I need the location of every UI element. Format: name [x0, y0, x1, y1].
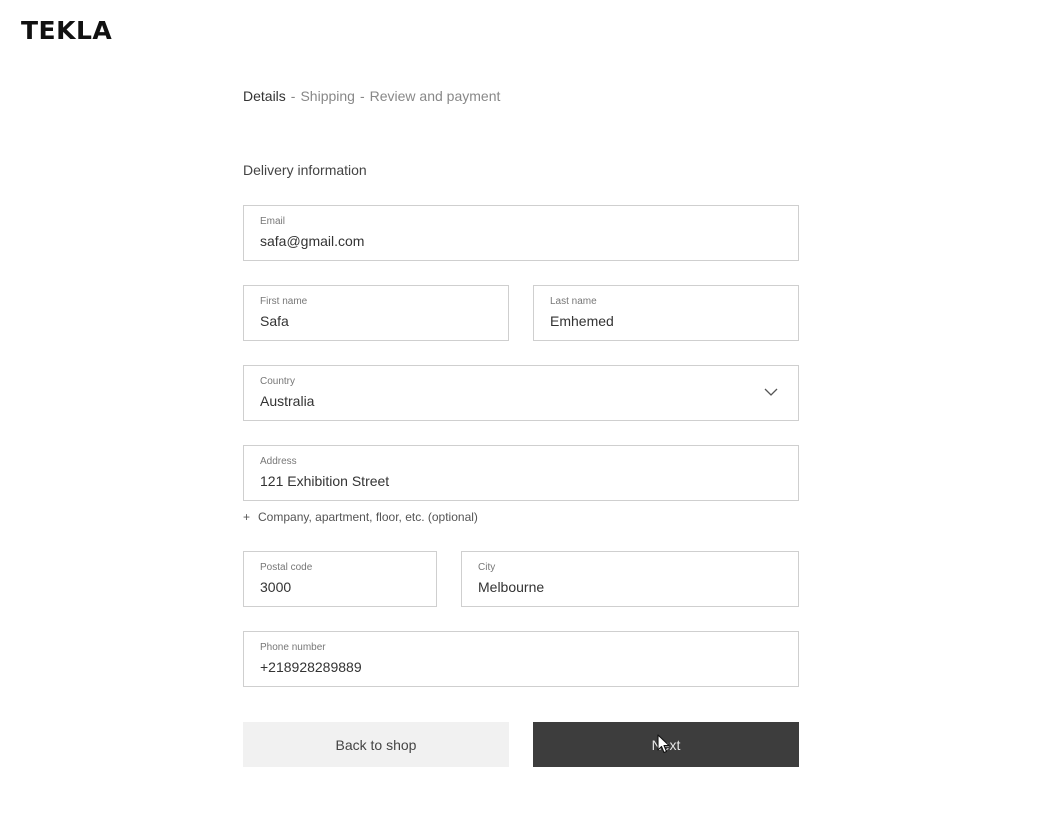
last-name-field[interactable]: Last name Emhemed [533, 285, 799, 341]
phone-field[interactable]: Phone number +218928289889 [243, 631, 799, 687]
first-name-label: First name [260, 296, 308, 307]
email-label: Email [260, 216, 286, 227]
postal-code-field[interactable]: Postal code 3000 [243, 551, 437, 607]
city-value[interactable]: Melbourne [478, 578, 782, 596]
brand-logo[interactable]: TEKLA [21, 16, 112, 45]
phone-label: Phone number [260, 642, 326, 653]
email-field[interactable]: Email safa@gmail.com [243, 205, 799, 261]
phone-value[interactable]: +218928289889 [260, 658, 782, 676]
email-value[interactable]: safa@gmail.com [260, 232, 782, 250]
chevron-down-icon[interactable] [764, 388, 778, 397]
back-to-shop-button[interactable]: Back to shop [243, 722, 509, 767]
next-button[interactable]: Next [533, 722, 799, 767]
step-review-payment[interactable]: Review and payment [370, 88, 501, 104]
add-address-line-label: Company, apartment, floor, etc. (optiona… [258, 510, 478, 524]
checkout-steps: Details - Shipping - Review and payment [243, 88, 500, 104]
step-details[interactable]: Details [243, 88, 286, 104]
city-label: City [478, 562, 496, 573]
step-separator: - [290, 88, 296, 104]
postal-code-label: Postal code [260, 562, 313, 573]
first-name-value[interactable]: Safa [260, 312, 492, 330]
last-name-label: Last name [550, 296, 597, 307]
step-shipping[interactable]: Shipping [300, 88, 355, 104]
address-field[interactable]: Address 121 Exhibition Street [243, 445, 799, 501]
step-separator: - [359, 88, 365, 104]
country-value[interactable]: Australia [260, 392, 782, 410]
first-name-field[interactable]: First name Safa [243, 285, 509, 341]
address-value[interactable]: 121 Exhibition Street [260, 472, 782, 490]
address-label: Address [260, 456, 297, 467]
postal-code-value[interactable]: 3000 [260, 578, 420, 596]
plus-icon: + [243, 510, 251, 524]
country-select[interactable]: Country Australia [243, 365, 799, 421]
last-name-value[interactable]: Emhemed [550, 312, 782, 330]
add-address-line-link[interactable]: + Company, apartment, floor, etc. (option… [243, 510, 478, 524]
country-label: Country [260, 376, 296, 387]
city-field[interactable]: City Melbourne [461, 551, 799, 607]
section-title: Delivery information [243, 162, 367, 178]
